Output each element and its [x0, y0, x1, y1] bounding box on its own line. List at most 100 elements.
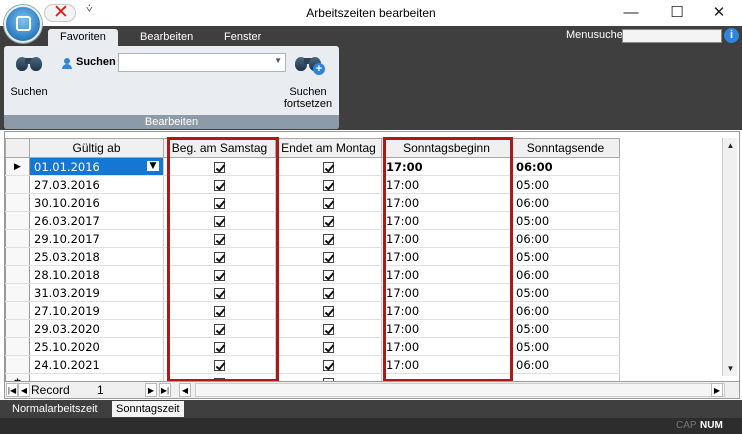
- maximize-button[interactable]: ☐: [654, 2, 700, 24]
- cell-sonntagsende[interactable]: 05:00: [511, 211, 620, 230]
- suchen-fortsetzen-button[interactable]: + Suchen fortsetzen: [280, 52, 336, 110]
- table-row[interactable]: 27.03.2016 17:00 05:00: [5, 175, 620, 194]
- checkbox[interactable]: [323, 233, 334, 245]
- new-row-selector[interactable]: ✱: [5, 373, 30, 381]
- checkbox[interactable]: [214, 305, 225, 317]
- checkbox[interactable]: [214, 215, 225, 227]
- row-selector[interactable]: ▶: [5, 157, 30, 176]
- cell-sonntagsende[interactable]: 06:00: [511, 301, 620, 320]
- cell-sonntagsende[interactable]: 06:00: [511, 193, 620, 212]
- row-selector[interactable]: [5, 355, 30, 374]
- cell-sonntagsbeginn[interactable]: 17:00: [381, 319, 512, 338]
- cell-gueltig-ab[interactable]: 30.10.2016: [29, 193, 164, 212]
- cell-gueltig-ab[interactable]: 24.10.2021: [29, 355, 164, 374]
- cell-sonntagsbeginn[interactable]: 17:00: [381, 211, 512, 230]
- table-row[interactable]: 25.10.2020 17:00 05:00: [5, 337, 620, 356]
- checkbox[interactable]: [214, 197, 225, 209]
- suchen-button[interactable]: Suchen: [8, 52, 50, 98]
- cell-sonntagsbeginn[interactable]: 17:00: [381, 247, 512, 266]
- cell-gueltig-ab[interactable]: 27.03.2016: [29, 175, 164, 194]
- horizontal-scrollbar[interactable]: [195, 383, 725, 397]
- col-header-sonntagsende[interactable]: Sonntagsende: [511, 138, 620, 158]
- table-row[interactable]: 30.10.2016 17:00 06:00: [5, 193, 620, 212]
- table-row[interactable]: ▶ 01.01.2016 ▼ 17:00 06:00: [5, 157, 620, 176]
- row-selector[interactable]: [5, 319, 30, 338]
- checkbox[interactable]: [214, 251, 225, 263]
- row-selector[interactable]: [5, 247, 30, 266]
- record-number[interactable]: 1: [97, 383, 104, 397]
- next-record-icon[interactable]: ▶: [145, 383, 157, 397]
- row-selector[interactable]: [5, 265, 30, 284]
- row-selector[interactable]: [5, 337, 30, 356]
- checkbox[interactable]: [214, 233, 225, 245]
- row-selector[interactable]: [5, 211, 30, 230]
- checkbox[interactable]: [323, 305, 334, 317]
- cell-sonntagsbeginn[interactable]: 17:00: [381, 193, 512, 212]
- cell-sonntagsbeginn[interactable]: 17:00: [381, 265, 512, 284]
- table-row[interactable]: 28.10.2018 17:00 06:00: [5, 265, 620, 284]
- cell-sonntagsende[interactable]: 05:00: [511, 319, 620, 338]
- cell-sonntagsbeginn[interactable]: 17:00: [381, 229, 512, 248]
- checkbox[interactable]: [323, 287, 334, 299]
- prev-record-icon[interactable]: ◀: [18, 383, 30, 397]
- cell-gueltig-ab[interactable]: 29.03.2020: [29, 319, 164, 338]
- checkbox[interactable]: [214, 287, 225, 299]
- checkbox[interactable]: [323, 179, 334, 191]
- cell-gueltig-ab[interactable]: 27.10.2019: [29, 301, 164, 320]
- table-row[interactable]: 31.03.2019 17:00 05:00: [5, 283, 620, 302]
- checkbox[interactable]: [323, 251, 334, 263]
- new-cell-sonntagsbeginn[interactable]: [381, 373, 512, 381]
- cell-sonntagsbeginn[interactable]: 17:00: [381, 355, 512, 374]
- checkbox[interactable]: [214, 323, 225, 335]
- row-selector[interactable]: [5, 301, 30, 320]
- minimize-button[interactable]: —: [608, 2, 654, 24]
- cell-sonntagsende[interactable]: 05:00: [511, 337, 620, 356]
- suchen-combo[interactable]: ▼: [118, 53, 286, 72]
- cell-sonntagsende[interactable]: 06:00: [511, 265, 620, 284]
- checkbox[interactable]: [323, 323, 334, 335]
- row-selector[interactable]: [5, 175, 30, 194]
- cell-sonntagsende[interactable]: 06:00: [511, 355, 620, 374]
- cell-gueltig-ab[interactable]: 25.10.2020: [29, 337, 164, 356]
- checkbox[interactable]: [323, 215, 334, 227]
- sheet-tab-normalarbeitszeit[interactable]: Normalarbeitszeit: [8, 401, 102, 417]
- info-icon[interactable]: i: [724, 28, 739, 43]
- row-selector[interactable]: [5, 193, 30, 212]
- close-window-button[interactable]: ✕: [696, 2, 742, 24]
- checkbox[interactable]: [214, 269, 225, 281]
- cell-gueltig-ab[interactable]: 31.03.2019: [29, 283, 164, 302]
- checkbox[interactable]: [214, 161, 225, 173]
- cell-gueltig-ab[interactable]: 29.10.2017: [29, 229, 164, 248]
- sheet-tab-sonntagszeit[interactable]: Sonntagszeit: [112, 401, 184, 417]
- table-row[interactable]: 24.10.2021 17:00 06:00: [5, 355, 620, 374]
- tab-favoriten[interactable]: Favoriten: [48, 29, 118, 46]
- row-selector[interactable]: [5, 283, 30, 302]
- cell-sonntagsende[interactable]: 06:00: [511, 157, 620, 176]
- col-header-gueltig-ab[interactable]: Gültig ab: [29, 138, 164, 158]
- new-cell-gueltig-ab[interactable]: [29, 373, 164, 381]
- table-row[interactable]: 29.10.2017 17:00 06:00: [5, 229, 620, 248]
- table-row[interactable]: 25.03.2018 17:00 05:00: [5, 247, 620, 266]
- cell-gueltig-ab[interactable]: 26.03.2017: [29, 211, 164, 230]
- checkbox[interactable]: [323, 269, 334, 281]
- scroll-down-icon[interactable]: ▼: [724, 362, 737, 375]
- cell-sonntagsbeginn[interactable]: 17:00: [381, 157, 512, 176]
- cell-sonntagsende[interactable]: 06:00: [511, 229, 620, 248]
- first-record-icon[interactable]: |◀: [6, 383, 18, 397]
- scroll-up-icon[interactable]: ▲: [724, 139, 737, 152]
- last-record-icon[interactable]: ▶|: [159, 383, 171, 397]
- tab-fenster[interactable]: Fenster: [212, 29, 273, 46]
- checkbox[interactable]: [323, 197, 334, 209]
- col-header-sonntagsbeginn[interactable]: Sonntagsbeginn: [381, 138, 512, 158]
- table-row[interactable]: 27.10.2019 17:00 06:00: [5, 301, 620, 320]
- checkbox[interactable]: [214, 341, 225, 353]
- checkbox[interactable]: [323, 161, 334, 173]
- cell-gueltig-ab[interactable]: 01.01.2016 ▼: [29, 157, 164, 176]
- hscroll-left-icon[interactable]: ◀: [179, 383, 191, 397]
- tab-bearbeiten[interactable]: Bearbeiten: [128, 29, 205, 46]
- app-menu-orb-icon[interactable]: [4, 5, 42, 43]
- cell-gueltig-ab[interactable]: 25.03.2018: [29, 247, 164, 266]
- row-selector[interactable]: [5, 229, 30, 248]
- date-picker-icon[interactable]: ▼: [147, 160, 159, 171]
- col-header-endet-montag[interactable]: Endet am Montag: [275, 138, 382, 158]
